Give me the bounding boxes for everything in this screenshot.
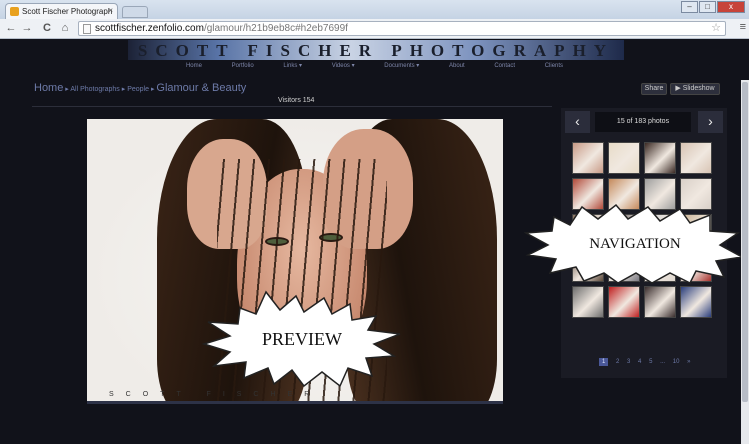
bookmark-star-icon[interactable]: ☆	[711, 22, 721, 35]
thumbnail[interactable]	[572, 286, 604, 318]
tab-close-icon[interactable]: ×	[108, 6, 113, 15]
close-window-button[interactable]: x	[717, 1, 745, 13]
pagination: 1 2 3 4 5 ... 10 »	[599, 358, 696, 366]
next-photo-button[interactable]: ›	[698, 111, 723, 133]
navigation-callout: NAVIGATION	[523, 203, 746, 285]
back-icon[interactable]: ←	[4, 21, 18, 35]
page: SCOTT FISCHER PHOTOGRAPHY Home Portfolio…	[0, 40, 749, 444]
page-link[interactable]: 5	[649, 359, 652, 365]
photo-watermark: SCOTT FISCHER	[109, 391, 322, 398]
photo-counter: 15 of 183 photos	[595, 112, 691, 132]
favicon-icon	[10, 7, 19, 16]
visitor-count: Visitors 154	[278, 97, 315, 104]
new-tab-button[interactable]	[122, 6, 148, 18]
thumbnail[interactable]	[680, 286, 712, 318]
nav-links[interactable]: Links ▾	[283, 63, 302, 69]
breadcrumb: Home ▸ All Photographs ▸ People ▸ Glamou…	[34, 82, 246, 94]
forward-icon[interactable]: →	[20, 21, 34, 35]
address-bar[interactable]: scottfischer.zenfolio.com/glamour/h21b9e…	[78, 21, 726, 36]
nav-about[interactable]: About	[449, 63, 465, 69]
navigation-callout-label: NAVIGATION	[589, 235, 681, 252]
next-page-link[interactable]: »	[687, 359, 690, 365]
thumbnail[interactable]	[644, 286, 676, 318]
share-button[interactable]: Share	[641, 83, 667, 95]
site-nav: Home Portfolio Links ▾ Videos ▾ Document…	[0, 62, 749, 72]
page-link-current[interactable]: 1	[599, 358, 609, 366]
home-icon[interactable]: ⌂	[58, 21, 72, 35]
thumbnail[interactable]	[608, 286, 640, 318]
address-path: /glamour/h21b9eb8c#h2eb7699f	[203, 23, 348, 34]
nav-videos[interactable]: Videos ▾	[332, 63, 355, 69]
page-icon	[83, 24, 91, 34]
thumbnail[interactable]	[644, 142, 676, 174]
site-title: SCOTT FISCHER PHOTOGRAPHY	[137, 41, 615, 60]
site-banner[interactable]: SCOTT FISCHER PHOTOGRAPHY	[128, 40, 624, 60]
thumbnail[interactable]	[608, 142, 640, 174]
nav-contact[interactable]: Contact	[494, 63, 515, 69]
page-link[interactable]: 2	[616, 359, 619, 365]
browser-toolbar: ← → C ⌂ scottfischer.zenfolio.com/glamou…	[0, 19, 749, 39]
slideshow-button[interactable]: ▶ Slideshow	[670, 83, 720, 95]
breadcrumb-home[interactable]: Home	[34, 82, 63, 94]
breadcrumb-current: Glamour & Beauty	[156, 82, 247, 94]
page-link[interactable]: 4	[638, 359, 641, 365]
minimize-button[interactable]: –	[681, 1, 698, 13]
tab-title: Scott Fischer Photograph	[22, 7, 113, 16]
maximize-button[interactable]: □	[699, 1, 716, 13]
browser-menu-icon[interactable]: ≡	[740, 21, 746, 33]
breadcrumb-people[interactable]: People	[127, 86, 149, 93]
page-link[interactable]: 3	[627, 359, 630, 365]
reload-icon[interactable]: C	[40, 21, 54, 35]
preview-callout: PREVIEW	[200, 290, 404, 388]
nav-documents[interactable]: Documents ▾	[384, 63, 419, 69]
page-scrollbar[interactable]	[741, 80, 749, 444]
preview-callout-label: PREVIEW	[262, 328, 342, 349]
breadcrumb-all-photographs[interactable]: All Photographs	[70, 86, 119, 93]
divider	[32, 106, 552, 107]
scrollbar-thumb[interactable]	[742, 82, 748, 402]
address-host: scottfischer.zenfolio.com	[95, 23, 204, 34]
previous-photo-button[interactable]: ‹	[565, 111, 590, 133]
browser-tab[interactable]: Scott Fischer Photograph ×	[5, 3, 118, 19]
page-ellipsis: ...	[660, 359, 666, 365]
nav-clients[interactable]: Clients	[545, 63, 563, 69]
browser-tab-strip: Scott Fischer Photograph × – □ x	[0, 0, 749, 19]
page-link[interactable]: 10	[673, 359, 680, 365]
nav-home[interactable]: Home	[186, 63, 202, 69]
thumbnail[interactable]	[680, 142, 712, 174]
thumbnail[interactable]	[572, 142, 604, 174]
window-controls: – □ x	[680, 1, 745, 13]
nav-portfolio[interactable]: Portfolio	[232, 63, 254, 69]
